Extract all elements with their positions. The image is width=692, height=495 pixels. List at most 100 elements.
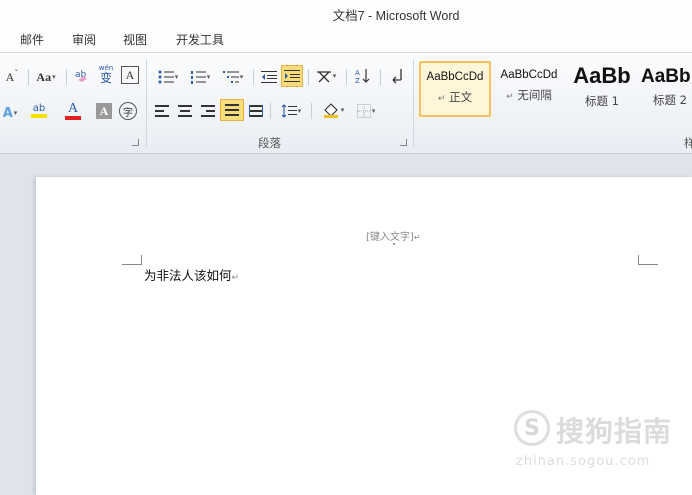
header-placeholder[interactable]: [键入文字]↵ bbox=[366, 228, 421, 243]
divider bbox=[311, 103, 312, 119]
paragraph-mark: ↵ bbox=[437, 94, 446, 104]
align-right-icon bbox=[201, 105, 215, 117]
paint-bucket-icon bbox=[323, 103, 338, 118]
divider bbox=[270, 103, 271, 119]
enclose-char-icon: 字 bbox=[123, 107, 133, 119]
watermark-text: 搜狗指南 bbox=[556, 415, 673, 448]
highlight-button[interactable]: ab bbox=[26, 101, 52, 121]
highlight-color-bar bbox=[31, 114, 47, 118]
style-preview: AaBb bbox=[641, 66, 691, 87]
enclose-char-button[interactable]: 字 bbox=[119, 102, 137, 120]
justify-button[interactable] bbox=[220, 99, 244, 121]
paragraph-dialog-launcher[interactable] bbox=[400, 139, 407, 146]
distributed-button[interactable] bbox=[247, 101, 265, 121]
watermark-url: zhinan.sogou.com bbox=[516, 454, 651, 469]
crop-mark-left bbox=[122, 255, 142, 265]
styles-group-label: 样 bbox=[684, 136, 692, 150]
divider bbox=[66, 69, 67, 85]
watermark: S 搜狗指南 zhinan.sogou.com bbox=[510, 408, 680, 478]
ribbon: Aˇ Aa ▾ ab wén 变 A A ▾ ab A A 字 ▾ ▾ ▾ ▾ … bbox=[0, 52, 692, 154]
char-border-icon: A bbox=[125, 67, 135, 82]
title-bar: 文档7 - Microsoft Word bbox=[0, 0, 692, 26]
align-center-icon bbox=[178, 105, 192, 117]
change-case-button[interactable]: Aa ▾ bbox=[33, 67, 59, 87]
paragraph-mark: ↵ bbox=[413, 233, 421, 242]
align-center-button[interactable] bbox=[176, 101, 194, 121]
increase-indent-button[interactable] bbox=[281, 65, 303, 87]
divider bbox=[380, 69, 381, 85]
shading-button[interactable]: ▾ bbox=[318, 100, 348, 120]
font-color-bar bbox=[65, 116, 81, 120]
divider bbox=[253, 69, 254, 85]
align-left-button[interactable] bbox=[153, 101, 171, 121]
numbering-icon bbox=[190, 71, 206, 84]
grow-font-button[interactable]: Aˇ bbox=[2, 67, 22, 87]
paragraph-group-label: 段落 bbox=[258, 136, 281, 150]
style-name: 标题 2 bbox=[653, 93, 687, 107]
show-marks-button[interactable] bbox=[388, 66, 406, 86]
chinese-layout-button[interactable]: ▾ bbox=[313, 66, 339, 86]
style-name: 正文 bbox=[449, 90, 473, 104]
font-color-button[interactable]: A bbox=[60, 101, 86, 121]
borders-button[interactable]: ▾ bbox=[352, 101, 380, 121]
text-effect-icon: A bbox=[2, 105, 13, 121]
char-shading-icon: A bbox=[99, 103, 109, 118]
char-border-button[interactable]: A bbox=[121, 66, 139, 84]
numbering-button[interactable]: ▾ bbox=[186, 67, 214, 87]
tab-mailings[interactable]: 邮件 bbox=[20, 31, 44, 48]
text-effect-button[interactable]: A ▾ bbox=[0, 103, 20, 123]
decrease-indent-icon bbox=[261, 71, 277, 83]
watermark-logo: S bbox=[514, 410, 550, 446]
style-preview: AaBbCcDd bbox=[500, 69, 558, 81]
style-heading-2[interactable]: AaBb 标题 2 bbox=[637, 61, 692, 117]
divider bbox=[308, 69, 309, 85]
bullets-button[interactable]: ▾ bbox=[154, 67, 182, 87]
style-normal[interactable]: AaBbCcDd ↵ 正文 bbox=[419, 61, 491, 117]
bullets-icon bbox=[158, 70, 174, 84]
grow-font-icon: A bbox=[5, 69, 15, 84]
group-separator bbox=[413, 59, 414, 147]
line-spacing-button[interactable]: ▾ bbox=[277, 101, 305, 121]
header-placeholder-text: [键入文字] bbox=[366, 232, 414, 243]
divider bbox=[346, 69, 347, 85]
font-dialog-launcher[interactable] bbox=[132, 139, 139, 146]
window-title: 文档7 - Microsoft Word bbox=[332, 9, 460, 23]
multilevel-list-button[interactable]: ▾ bbox=[219, 67, 247, 87]
highlight-icon: ab bbox=[32, 103, 46, 114]
sort-icon: AZ bbox=[355, 69, 370, 84]
align-left-icon bbox=[155, 105, 169, 117]
decrease-indent-button[interactable] bbox=[259, 67, 279, 87]
style-no-spacing[interactable]: AaBbCcDd ↵ 无间隔 bbox=[493, 61, 565, 117]
crop-mark-right bbox=[638, 255, 658, 265]
chinese-layout-icon bbox=[316, 71, 331, 83]
header-marker bbox=[393, 243, 395, 245]
svg-text:A: A bbox=[355, 69, 360, 77]
line-spacing-icon bbox=[281, 104, 297, 118]
tab-view[interactable]: 视图 bbox=[123, 31, 147, 48]
divider bbox=[28, 69, 29, 85]
increase-indent-icon bbox=[284, 70, 300, 82]
style-preview: AaBbCcDd bbox=[426, 71, 484, 83]
change-case-icon: Aa bbox=[36, 69, 52, 84]
tab-review[interactable]: 审阅 bbox=[72, 31, 96, 48]
phonetic-guide-button[interactable]: wén 变 bbox=[96, 64, 116, 84]
char-shading-button[interactable]: A bbox=[96, 103, 112, 119]
style-name: 无间隔 bbox=[517, 88, 552, 102]
sort-button[interactable]: AZ bbox=[352, 66, 374, 86]
tab-developer[interactable]: 开发工具 bbox=[176, 31, 224, 48]
distributed-icon bbox=[249, 105, 263, 117]
clear-format-button[interactable]: ab bbox=[72, 66, 92, 86]
body-text: 为非法人该如何 bbox=[144, 268, 232, 283]
style-name: 标题 1 bbox=[585, 94, 619, 108]
svg-text:Z: Z bbox=[355, 77, 360, 84]
justify-icon bbox=[225, 104, 239, 116]
clear-format-icon: ab bbox=[75, 70, 87, 82]
style-preview: AaBb bbox=[573, 63, 631, 88]
align-right-button[interactable] bbox=[199, 101, 217, 121]
multilevel-list-icon bbox=[222, 71, 239, 83]
paragraph-mark-icon bbox=[392, 69, 402, 84]
document-body-text[interactable]: 为非法人该如何↵ bbox=[144, 265, 239, 284]
borders-icon bbox=[356, 104, 371, 118]
phonetic-char: 变 bbox=[99, 70, 112, 85]
style-heading-1[interactable]: AaBb 标题 1 bbox=[566, 61, 638, 117]
